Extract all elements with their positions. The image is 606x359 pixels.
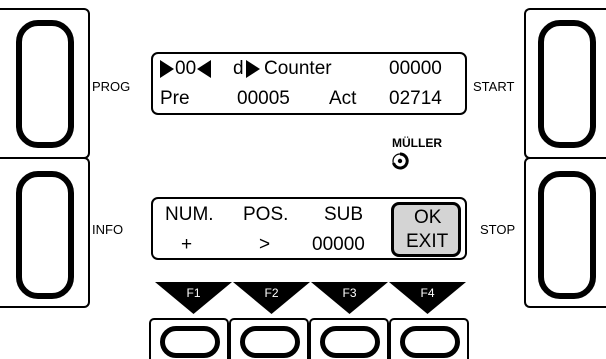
marker-value: 00 — [175, 58, 197, 79]
f3-arrow: F3 — [311, 282, 388, 314]
pos-header: POS. — [243, 204, 289, 225]
play-right-icon — [160, 60, 174, 78]
direction-arrow-icon — [246, 60, 260, 78]
logo-swirl-icon — [392, 152, 409, 170]
sub-value: 00000 — [312, 234, 365, 255]
f1-label: F1 — [186, 286, 201, 300]
stop-key[interactable] — [524, 157, 606, 308]
num-header: NUM. — [165, 204, 214, 225]
pre-label: Pre — [160, 88, 190, 109]
direction-char: d — [233, 58, 244, 79]
f3-label: F3 — [342, 286, 357, 300]
counter-title: Counter — [264, 58, 332, 79]
sub-header: SUB — [324, 204, 364, 225]
act-value: 02714 — [389, 88, 442, 109]
pre-value: 00005 — [237, 88, 290, 109]
f1-key[interactable] — [149, 318, 229, 359]
stop-label: STOP — [480, 222, 516, 237]
ok-label: OK — [414, 207, 442, 228]
counter-display: 00 d Counter 00000 Pre 00005 Act 02714 — [151, 52, 467, 115]
num-value: + — [181, 234, 193, 255]
muller-logo: MÜLLER — [392, 136, 442, 150]
info-label: INFO — [92, 222, 124, 237]
f2-label: F2 — [264, 286, 279, 300]
prog-label: PROG — [92, 79, 131, 94]
f4-key[interactable] — [389, 318, 469, 359]
info-key[interactable] — [0, 157, 90, 308]
start-key[interactable] — [524, 8, 606, 159]
exit-label: EXIT — [406, 231, 449, 252]
play-left-icon — [197, 60, 211, 78]
ok-exit-button[interactable]: OK EXIT — [391, 202, 461, 257]
prog-key[interactable] — [0, 8, 90, 159]
pos-value: > — [259, 234, 271, 255]
f1-arrow: F1 — [155, 282, 232, 314]
start-label: START — [473, 79, 515, 94]
function-display: NUM. POS. SUB + > 00000 OK EXIT — [151, 197, 467, 260]
f2-arrow: F2 — [233, 282, 310, 314]
f3-key[interactable] — [309, 318, 389, 359]
counter-value: 00000 — [389, 58, 442, 79]
f4-label: F4 — [420, 286, 435, 300]
f2-key[interactable] — [229, 318, 309, 359]
f4-arrow: F4 — [389, 282, 466, 314]
act-label: Act — [329, 88, 357, 109]
